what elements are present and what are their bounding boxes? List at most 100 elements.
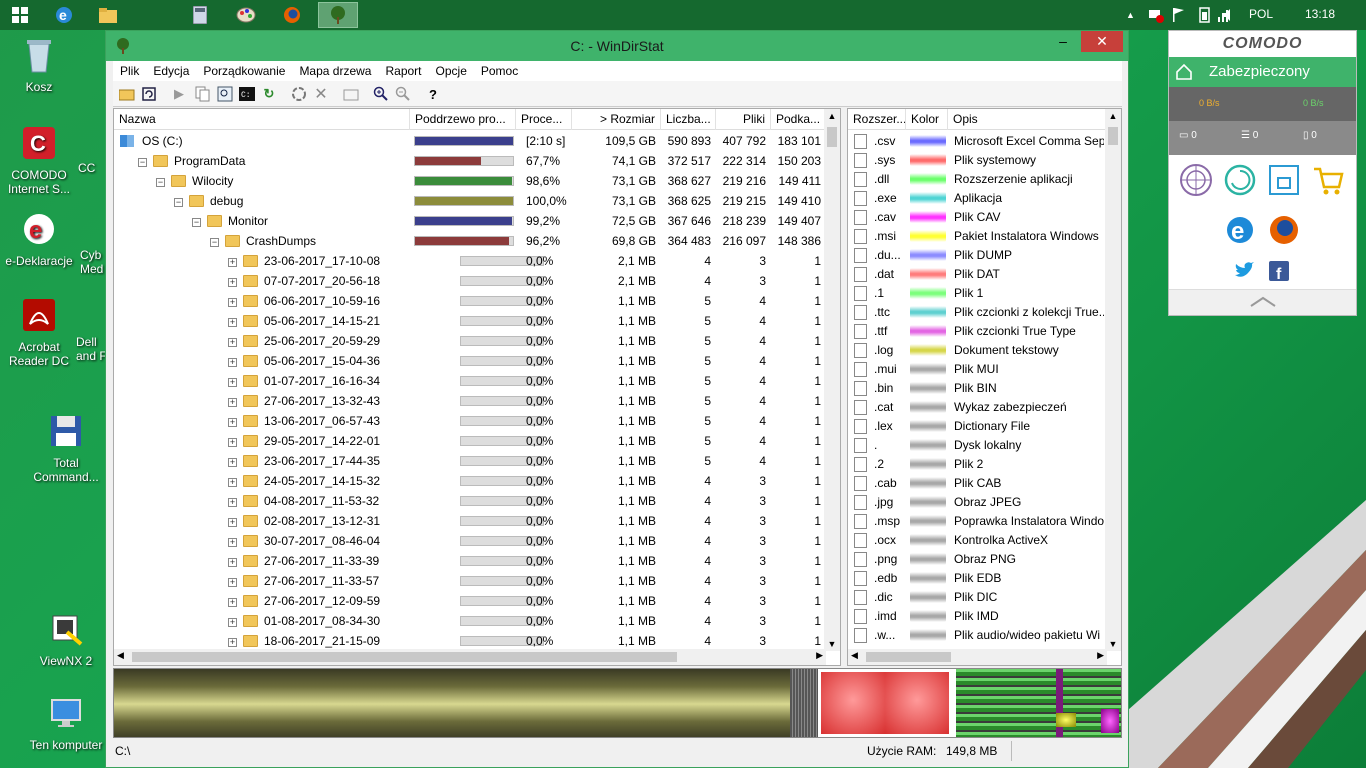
ext-row[interactable]: .cav Plik CAV [848, 208, 1107, 227]
ext-row[interactable]: .msi Pakiet Instalatora Windows [848, 227, 1107, 246]
tree-row[interactable]: +23-06-2017_17-44-35 0,0% 1,1 MB 5 4 1 [114, 451, 826, 471]
title-bar[interactable]: C: - WinDirStat – ✕ [106, 31, 1128, 61]
counter-alerts[interactable]: ▯ 0 [1303, 130, 1317, 141]
scroll-left-arrow-icon[interactable]: ◀ [117, 650, 124, 661]
twitter-icon[interactable] [1233, 261, 1255, 281]
scroll-up-arrow-icon[interactable]: ▲ [824, 111, 840, 121]
tree-row-name[interactable]: − CrashDumps [210, 231, 410, 251]
ext-row[interactable]: .exe Aplikacja [848, 189, 1107, 208]
ext-row[interactable]: .csv Microsoft Excel Comma Sep [848, 132, 1107, 151]
tree-row[interactable]: − Wilocity 98,6% 73,1 GB 368 627 219 216 149 4… [114, 171, 826, 191]
col-header-extension[interactable]: Rozszer... [848, 109, 906, 130]
scroll-right-arrow-icon[interactable]: ▶ [816, 650, 823, 661]
col-header-items[interactable]: Liczba... [661, 109, 716, 130]
ext-row[interactable]: .bin Plik BIN [848, 379, 1107, 398]
tree-row[interactable]: +27-06-2017_11-33-39 0,0% 1,1 MB 4 3 1 [114, 551, 826, 571]
tray-language[interactable]: POL [1249, 7, 1273, 21]
tree-row[interactable]: +29-05-2017_14-22-01 0,0% 1,1 MB 5 4 1 [114, 431, 826, 451]
tree-row[interactable]: +13-06-2017_06-57-43 0,0% 1,1 MB 5 4 1 [114, 411, 826, 431]
col-header-name[interactable]: Nazwa [114, 109, 410, 130]
desktop-icon-recycle-bin[interactable]: Kosz [1, 36, 77, 94]
treemap-block-cav[interactable] [1101, 709, 1119, 733]
ext-row[interactable]: .log Dokument tekstowy [848, 341, 1107, 360]
expand-plus-icon[interactable]: + [228, 498, 237, 507]
refresh-button[interactable]: ↻ [259, 84, 279, 104]
help-button[interactable]: ? [423, 84, 443, 104]
expand-plus-icon[interactable]: + [228, 358, 237, 367]
scroll-down-arrow-icon[interactable]: ▼ [824, 639, 840, 649]
scroll-left-arrow-icon[interactable]: ◀ [851, 650, 858, 661]
expand-plus-icon[interactable]: + [228, 378, 237, 387]
expand-plus-icon[interactable]: + [228, 398, 237, 407]
desktop-icon-partial[interactable]: Cyb Med [80, 220, 108, 276]
ext-row[interactable]: .imd Plik IMD [848, 607, 1107, 626]
ext-row[interactable]: . Dysk lokalny [848, 436, 1107, 455]
speaker-icon[interactable] [1220, 7, 1236, 23]
tray-chevron-up-icon[interactable]: ▲ [1126, 10, 1135, 20]
tree-row-name[interactable]: +18-06-2017_21-15-09 [228, 631, 410, 651]
new-folder-button[interactable] [341, 84, 361, 104]
treemap-selected-block[interactable] [818, 669, 956, 737]
tree-row-name[interactable]: +01-07-2017_16-16-34 [228, 371, 410, 391]
collapse-minus-icon[interactable]: − [174, 198, 183, 207]
ext-row[interactable]: .dll Rozszerzenie aplikacji [848, 170, 1107, 189]
desktop-icon-total-commander[interactable]: Total Command... [28, 412, 104, 484]
taskbar-ie-button[interactable]: e [44, 2, 84, 28]
ext-vscroll-thumb[interactable] [1108, 127, 1118, 145]
scan-target-icon[interactable] [1179, 163, 1213, 197]
tree-row-name[interactable]: +05-06-2017_14-15-21 [228, 311, 410, 331]
ext-row[interactable]: .1 Plik 1 [848, 284, 1107, 303]
open-folder-button[interactable] [117, 84, 137, 104]
ext-hscroll-thumb[interactable] [866, 652, 951, 662]
tree-row-name[interactable]: − ProgramData [138, 151, 410, 171]
sandbox-icon[interactable] [1267, 163, 1301, 197]
desktop-icon-this-pc[interactable]: Ten komputer [28, 694, 104, 752]
tree-row-name[interactable]: OS (C:) [120, 131, 410, 151]
explorer-here-button[interactable] [215, 84, 235, 104]
desktop-icon-partial[interactable]: CC [78, 133, 108, 175]
expand-plus-icon[interactable]: + [228, 518, 237, 527]
tree-row-name[interactable]: +02-08-2017_13-12-31 [228, 511, 410, 531]
expand-plus-icon[interactable]: + [228, 258, 237, 267]
menu-opcje[interactable]: Opcje [429, 64, 474, 78]
directory-tree-list[interactable]: Nazwa Poddrzewo pro... Proce... > Rozmia… [113, 108, 841, 666]
zoom-out-button[interactable] [393, 84, 413, 104]
tree-row[interactable]: − debug 100,0% 73,1 GB 368 625 219 215 149 410 [114, 191, 826, 211]
menu-mapa-drzewa[interactable]: Mapa drzewa [292, 64, 378, 78]
ext-row[interactable]: .dat Plik DAT [848, 265, 1107, 284]
tree-row[interactable]: − CrashDumps 96,2% 69,8 GB 364 483 216 097 148… [114, 231, 826, 251]
collapse-minus-icon[interactable]: − [192, 218, 201, 227]
tree-row-name[interactable]: +06-06-2017_10-59-16 [228, 291, 410, 311]
desktop-icon-e-deklaracje[interactable]: e e-Deklaracje [1, 210, 77, 268]
expand-plus-icon[interactable]: + [228, 298, 237, 307]
expand-plus-icon[interactable]: + [228, 538, 237, 547]
menu-raport[interactable]: Raport [378, 64, 428, 78]
ext-row[interactable]: .w... Plik audio/wideo pakietu Wi [848, 626, 1107, 645]
ext-row[interactable]: .sys Plik systemowy [848, 151, 1107, 170]
expand-plus-icon[interactable]: + [228, 438, 237, 447]
tree-row[interactable]: +04-08-2017_11-53-32 0,0% 1,1 MB 4 3 1 [114, 491, 826, 511]
tree-row-name[interactable]: +24-05-2017_14-15-32 [228, 471, 410, 491]
col-header-description[interactable]: Opis [948, 109, 1107, 130]
col-header-percent[interactable]: Proce... [516, 109, 572, 130]
tree-horizontal-scrollbar[interactable]: ◀ ▶ [114, 649, 826, 665]
tree-row-name[interactable]: +30-07-2017_08-46-04 [228, 531, 410, 551]
menu-edycja[interactable]: Edycja [146, 64, 196, 78]
expand-plus-icon[interactable]: + [228, 338, 237, 347]
comodo-status-bar[interactable]: Zabezpieczony [1169, 57, 1356, 87]
menu-plik[interactable]: Plik [113, 64, 146, 78]
collapse-minus-icon[interactable]: − [210, 238, 219, 247]
network-error-icon[interactable] [1148, 7, 1164, 23]
ext-row[interactable]: .png Obraz PNG [848, 550, 1107, 569]
tree-row-name[interactable]: +29-05-2017_14-22-01 [228, 431, 410, 451]
tree-hscroll-thumb[interactable] [132, 652, 677, 662]
ext-row[interactable]: .msp Poprawka Instalatora Windo [848, 512, 1107, 531]
ext-row[interactable]: .cat Wykaz zabezpieczeń [848, 398, 1107, 417]
extension-list[interactable]: Rozszer... Kolor Opis .csv Microsoft Exce… [847, 108, 1122, 666]
taskbar-windirstat-button[interactable] [318, 2, 358, 28]
menu-pomoc[interactable]: Pomoc [474, 64, 525, 78]
treemap-block-crashdumps[interactable] [114, 669, 790, 737]
ext-row[interactable]: .mui Plik MUI [848, 360, 1107, 379]
collapse-minus-icon[interactable]: − [156, 178, 165, 187]
ext-row[interactable]: .ocx Kontrolka ActiveX [848, 531, 1107, 550]
